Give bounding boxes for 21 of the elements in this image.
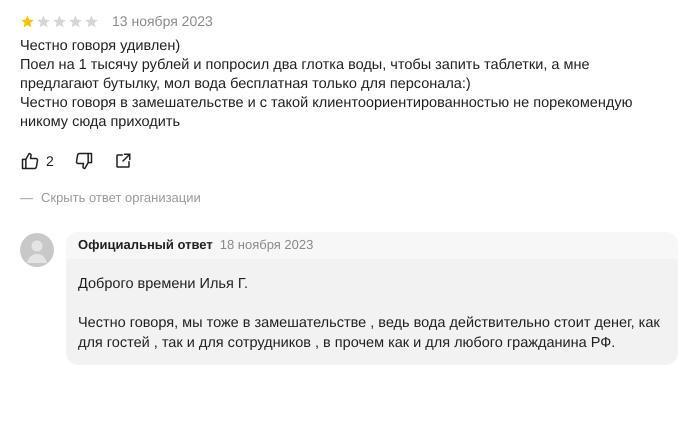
reply-title: Официальный ответ <box>78 236 213 254</box>
thumbs-up-icon <box>20 151 40 171</box>
dislike-button[interactable] <box>74 151 94 171</box>
review-text: Честно говоря удивлен) <box>20 37 182 56</box>
star-icon <box>20 14 35 29</box>
share-button[interactable] <box>114 152 132 170</box>
share-icon <box>114 152 132 170</box>
star-icon <box>84 14 99 29</box>
reply-date: 18 ноября 2023 <box>220 236 314 254</box>
review-text: Честно говоря в замешательстве и с такой клиентоориентированностью не порекомендую никому сюда приходить <box>20 94 634 132</box>
star-icon <box>68 14 83 29</box>
dash-mark: — <box>20 189 33 207</box>
like-button[interactable]: 2 <box>20 150 54 172</box>
star-icon <box>36 14 51 29</box>
reply-text: Честно говоря, мы тоже в замешательстве , ведь вода действительно стоит денег, как для гостей , так и для сотрудников , в прочем как и для любого гражданина РФ. <box>78 314 661 352</box>
thumbs-down-icon <box>74 151 94 171</box>
review-text: Поел на 1 тысячу рублей и попросил два глотка воды, чтобы запить таблетки, а мне предлагают бутылку, мол вода бесплатная только для персонала:) <box>20 56 591 94</box>
reply-text: Доброго времени Илья Г. <box>78 274 249 294</box>
star-icon <box>52 14 67 29</box>
avatar-icon <box>20 232 54 266</box>
review-date: 13 ноября 2023 <box>112 12 213 31</box>
